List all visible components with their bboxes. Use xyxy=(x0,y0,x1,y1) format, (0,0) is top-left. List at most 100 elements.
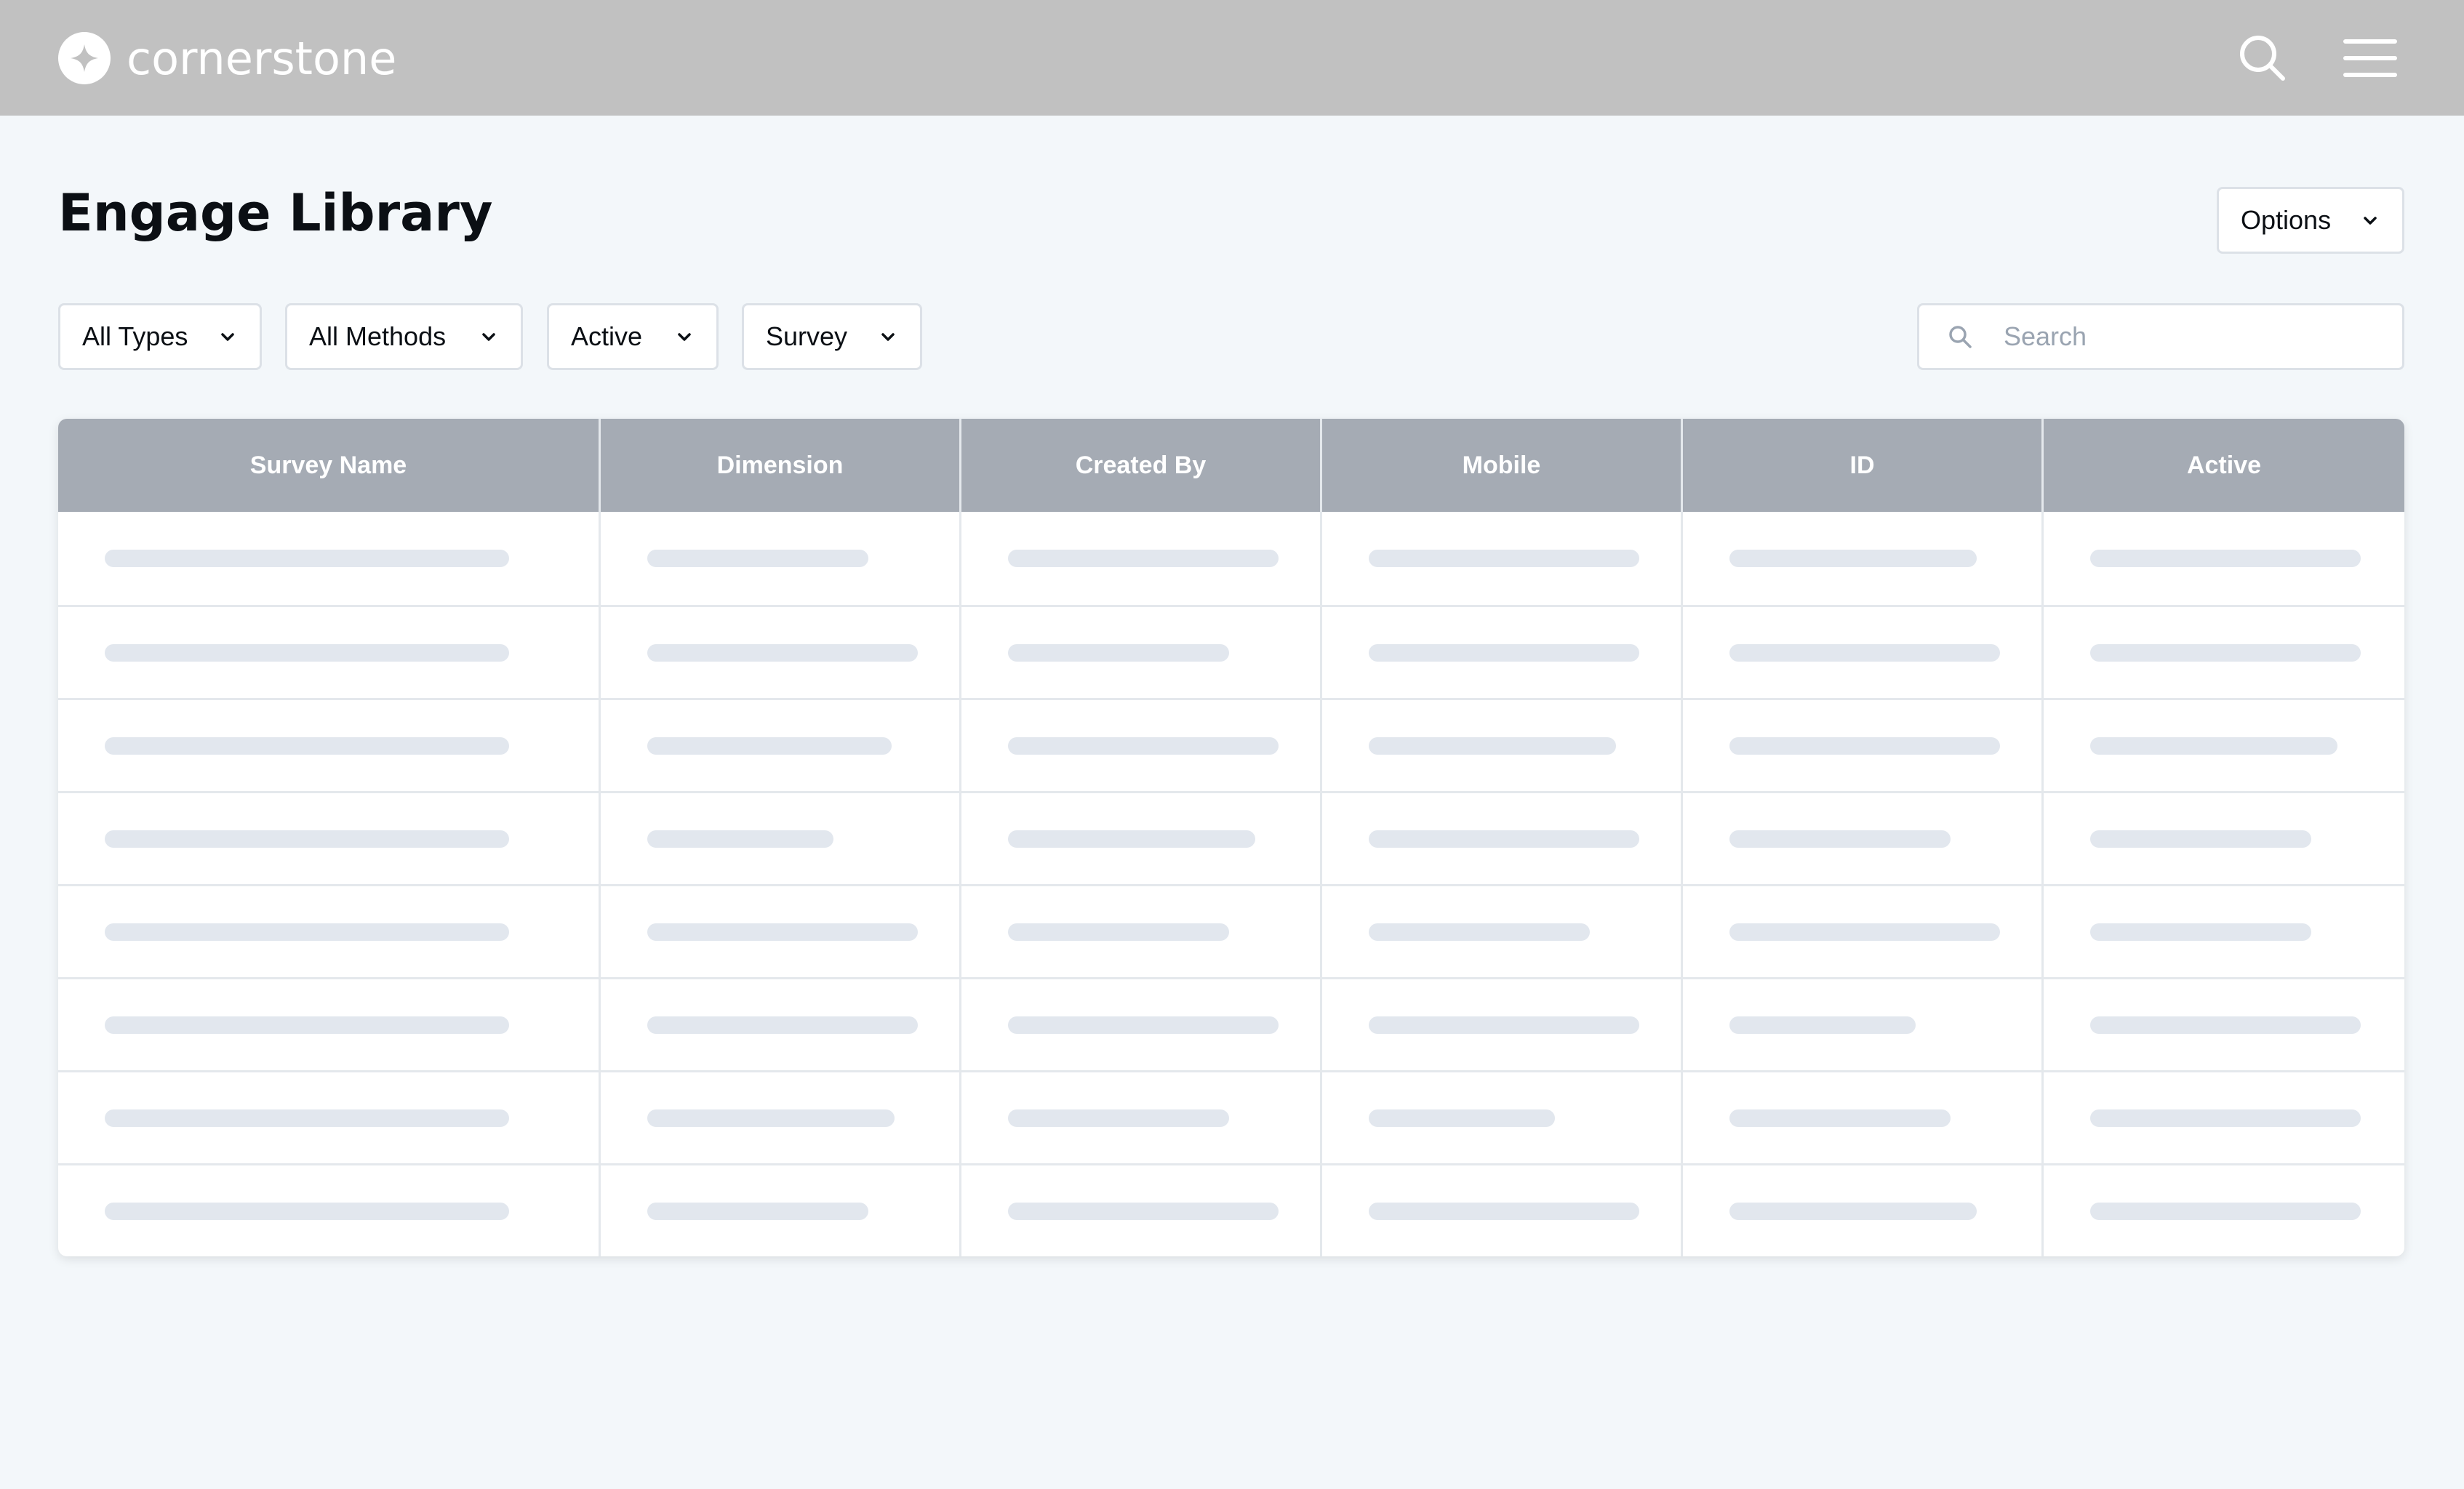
loading-skeleton-bar xyxy=(105,643,509,662)
loading-skeleton-bar xyxy=(2090,830,2311,848)
loading-skeleton-bar xyxy=(105,550,509,567)
table-cell xyxy=(2044,793,2404,884)
loading-skeleton-bar xyxy=(647,550,868,567)
hamburger-menu-icon[interactable] xyxy=(2341,29,2399,87)
table-cell xyxy=(601,1165,961,1256)
table-cell xyxy=(961,607,1322,698)
loading-skeleton-bar xyxy=(647,737,892,755)
table-cell xyxy=(58,793,601,884)
loading-skeleton-bar xyxy=(1369,1016,1639,1034)
table-cell xyxy=(961,979,1322,1070)
table-cell xyxy=(1683,700,2044,791)
loading-skeleton-bar xyxy=(2090,737,2337,755)
table-cell xyxy=(2044,607,2404,698)
survey-table: Survey Name Dimension Created By Mobile … xyxy=(58,419,2404,1256)
table-cell xyxy=(601,512,961,605)
loading-skeleton-bar xyxy=(1008,923,1229,941)
options-dropdown-button[interactable]: Options xyxy=(2217,187,2404,254)
table-row[interactable] xyxy=(58,791,2404,884)
loading-skeleton-bar xyxy=(1369,1202,1639,1220)
loading-skeleton-bar xyxy=(1729,643,2000,662)
table-cell xyxy=(1683,1165,2044,1256)
table-cell xyxy=(58,512,601,605)
search-icon xyxy=(1947,324,1973,350)
search-field[interactable] xyxy=(1917,303,2404,370)
column-header-created-by[interactable]: Created By xyxy=(961,419,1322,512)
table-cell xyxy=(58,700,601,791)
table-cell xyxy=(601,979,961,1070)
status-filter-dropdown[interactable]: Active xyxy=(547,303,719,370)
table-cell xyxy=(1322,1072,1683,1163)
table-row[interactable] xyxy=(58,1163,2404,1256)
table-body xyxy=(58,512,2404,1256)
table-cell xyxy=(1322,793,1683,884)
loading-skeleton-bar xyxy=(1369,643,1639,662)
loading-skeleton-bar xyxy=(1008,643,1229,662)
loading-skeleton-bar xyxy=(2090,643,2361,662)
loading-skeleton-bar xyxy=(647,1202,868,1220)
chevron-down-icon xyxy=(479,326,499,347)
loading-skeleton-bar xyxy=(105,1109,509,1127)
type-filter-label: All Types xyxy=(82,321,188,351)
column-header-mobile[interactable]: Mobile xyxy=(1322,419,1683,512)
loading-skeleton-bar xyxy=(105,737,509,755)
loading-skeleton-bar xyxy=(1008,1202,1279,1220)
loading-skeleton-bar xyxy=(647,1109,895,1127)
table-cell xyxy=(961,793,1322,884)
loading-skeleton-bar xyxy=(105,1016,509,1034)
method-filter-label: All Methods xyxy=(309,321,447,351)
loading-skeleton-bar xyxy=(647,923,918,941)
column-header-survey-name[interactable]: Survey Name xyxy=(58,419,601,512)
loading-skeleton-bar xyxy=(2090,1016,2361,1034)
search-icon[interactable] xyxy=(2233,29,2292,87)
loading-skeleton-bar xyxy=(105,1202,509,1220)
loading-skeleton-bar xyxy=(1369,1109,1555,1127)
loading-skeleton-bar xyxy=(1369,923,1590,941)
loading-skeleton-bar xyxy=(2090,550,2361,567)
table-row[interactable] xyxy=(58,1070,2404,1163)
table-cell xyxy=(2044,979,2404,1070)
table-row[interactable] xyxy=(58,698,2404,791)
column-header-active[interactable]: Active xyxy=(2044,419,2404,512)
brand-name: cornerstone xyxy=(127,31,397,85)
page-title: Engage Library xyxy=(58,183,493,243)
table-row[interactable] xyxy=(58,512,2404,605)
cornerstone-logo-icon xyxy=(58,32,111,84)
table-cell xyxy=(1683,1072,2044,1163)
column-header-dimension[interactable]: Dimension xyxy=(601,419,961,512)
loading-skeleton-bar xyxy=(1729,1016,1916,1034)
loading-skeleton-bar xyxy=(2090,923,2311,941)
loading-skeleton-bar xyxy=(1729,1109,1951,1127)
table-row[interactable] xyxy=(58,605,2404,698)
table-row[interactable] xyxy=(58,884,2404,977)
table-cell xyxy=(1322,1165,1683,1256)
category-filter-dropdown[interactable]: Survey xyxy=(742,303,922,370)
table-row[interactable] xyxy=(58,977,2404,1070)
table-cell xyxy=(601,886,961,977)
loading-skeleton-bar xyxy=(1369,737,1616,755)
brand[interactable]: cornerstone xyxy=(58,31,397,85)
table-cell xyxy=(601,1072,961,1163)
chevron-down-icon xyxy=(878,326,898,347)
loading-skeleton-bar xyxy=(1729,1202,1977,1220)
table-cell xyxy=(2044,1165,2404,1256)
column-header-id[interactable]: ID xyxy=(1683,419,2044,512)
method-filter-dropdown[interactable]: All Methods xyxy=(285,303,523,370)
search-input[interactable] xyxy=(2002,321,2369,353)
loading-skeleton-bar xyxy=(1008,550,1279,567)
table-cell xyxy=(2044,886,2404,977)
loading-skeleton-bar xyxy=(1729,830,1951,848)
chevron-down-icon xyxy=(674,326,695,347)
loading-skeleton-bar xyxy=(1008,1016,1279,1034)
table-cell xyxy=(58,979,601,1070)
loading-skeleton-bar xyxy=(1008,830,1255,848)
table-cell xyxy=(1683,886,2044,977)
table-cell xyxy=(1683,607,2044,698)
options-label: Options xyxy=(2241,205,2332,235)
type-filter-dropdown[interactable]: All Types xyxy=(58,303,262,370)
loading-skeleton-bar xyxy=(1008,737,1279,755)
table-cell xyxy=(961,1072,1322,1163)
table-cell xyxy=(58,886,601,977)
loading-skeleton-bar xyxy=(1729,550,1977,567)
table-cell xyxy=(961,1165,1322,1256)
